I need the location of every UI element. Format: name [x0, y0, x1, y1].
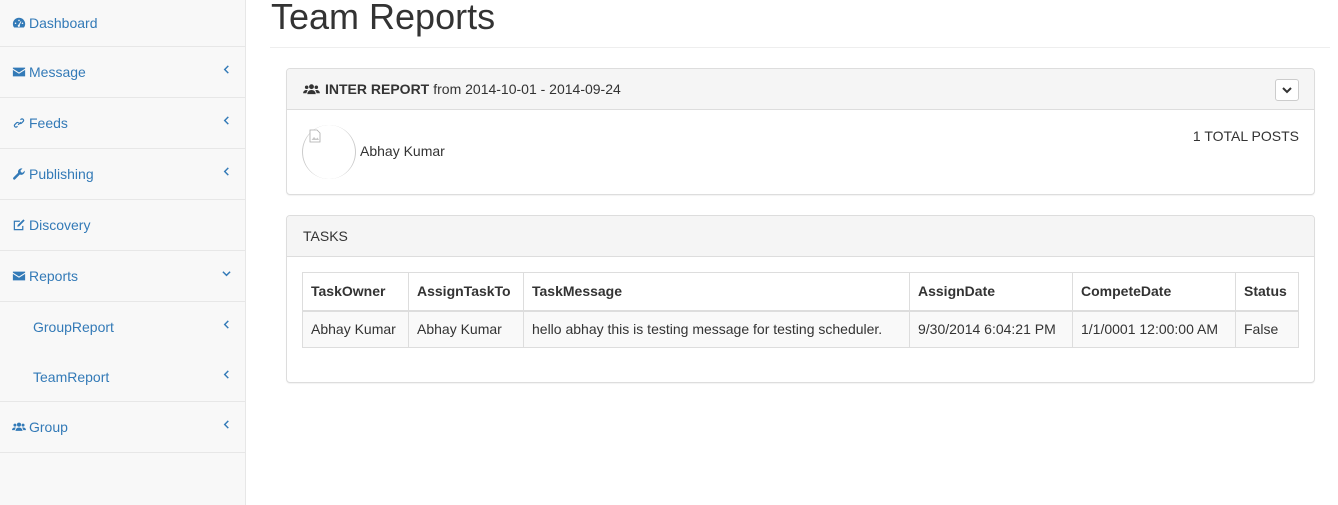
column-header-assigndate: AssignDate — [909, 272, 1073, 312]
table-header-row: TaskOwner AssignTaskTo TaskMessage Assig… — [302, 272, 1299, 312]
envelope-icon — [12, 269, 28, 283]
sidebar-item-label: GroupReport — [33, 319, 114, 335]
cell-assigntaskto: Abhay Kumar — [408, 310, 524, 348]
sidebar-item-teamreport[interactable]: TeamReport — [0, 352, 245, 402]
tasks-table: TaskOwner AssignTaskTo TaskMessage Assig… — [302, 272, 1299, 348]
sidebar-item-label: Feeds — [29, 115, 68, 131]
report-title: INTER REPORT — [325, 81, 430, 97]
column-header-taskowner: TaskOwner — [302, 272, 409, 312]
dashboard-icon — [12, 16, 28, 30]
chevron-left-icon — [222, 368, 231, 383]
sidebar-item-label: Message — [29, 64, 86, 80]
sidebar-item-message[interactable]: Message — [0, 47, 245, 98]
users-icon — [303, 83, 320, 94]
chevron-left-icon — [222, 63, 231, 78]
sidebar-item-label: TeamReport — [33, 368, 110, 385]
column-header-competedate: CompeteDate — [1072, 272, 1236, 312]
sidebar-item-group[interactable]: Group — [0, 402, 245, 453]
column-header-status: Status — [1235, 272, 1299, 312]
sidebar-item-label: Dashboard — [29, 15, 98, 31]
avatar — [302, 125, 356, 179]
cell-taskmessage: hello abhay this is testing message for … — [523, 310, 910, 348]
column-header-taskmessage: TaskMessage — [523, 272, 910, 312]
cell-assigndate: 9/30/2014 6:04:21 PM — [909, 310, 1073, 348]
collapse-toggle-button[interactable] — [1275, 79, 1299, 101]
chevron-down-icon — [222, 267, 231, 282]
sidebar-item-groupreport[interactable]: GroupReport — [0, 302, 245, 352]
wrench-icon — [12, 167, 28, 181]
edit-icon — [12, 218, 28, 232]
chevron-left-icon — [222, 165, 231, 180]
member-name[interactable]: Abhay Kumar — [360, 143, 445, 159]
link-icon — [12, 116, 28, 130]
tasks-panel: TASKS TaskOwner AssignTaskTo TaskMessage… — [286, 215, 1315, 383]
report-panel: INTER REPORT from 2014-10-01 - 2014-09-2… — [286, 68, 1315, 195]
sidebar-item-label: Publishing — [29, 166, 94, 182]
cell-competedate: 1/1/0001 12:00:00 AM — [1072, 310, 1236, 348]
sidebar-item-publishing[interactable]: Publishing — [0, 149, 245, 200]
sidebar-item-discovery[interactable]: Discovery — [0, 200, 245, 251]
report-date-range: from 2014-10-01 - 2014-09-24 — [433, 81, 621, 97]
sidebar-item-label: Reports — [29, 268, 79, 284]
sidebar-item-label: Discovery — [29, 217, 91, 233]
report-heading: INTER REPORT from 2014-10-01 - 2014-09-2… — [303, 81, 621, 97]
chevron-left-icon — [222, 418, 231, 433]
chevron-left-icon — [222, 318, 231, 333]
column-header-assigntaskto: AssignTaskTo — [408, 272, 524, 312]
cell-taskowner: Abhay Kumar — [302, 310, 409, 348]
sidebar-item-dashboard[interactable]: Dashboard — [0, 0, 245, 47]
sidebar-item-feeds[interactable]: Feeds — [0, 98, 245, 149]
total-posts: 1 TOTAL POSTS — [1192, 128, 1299, 144]
chevron-down-icon — [1282, 87, 1292, 94]
page-title: Team Reports — [271, 0, 496, 37]
report-panel-heading: INTER REPORT from 2014-10-01 - 2014-09-2… — [287, 69, 1314, 110]
sidebar-item-reports[interactable]: Reports — [0, 251, 245, 302]
sidebar-item-label: Group — [29, 419, 68, 435]
broken-image-icon — [309, 129, 321, 143]
envelope-icon — [12, 65, 28, 79]
tasks-heading: TASKS — [303, 228, 348, 244]
chevron-left-icon — [222, 114, 231, 129]
tasks-panel-heading: TASKS — [287, 216, 1314, 257]
users-icon — [12, 420, 28, 434]
sidebar: Dashboard Message Feeds Publishing Disco… — [0, 0, 246, 505]
title-divider — [270, 47, 1330, 48]
member-row: Abhay Kumar 1 TOTAL POSTS — [287, 110, 1314, 195]
cell-status: False — [1235, 310, 1299, 348]
table-row: Abhay Kumar Abhay Kumar hello abhay this… — [302, 310, 1299, 348]
